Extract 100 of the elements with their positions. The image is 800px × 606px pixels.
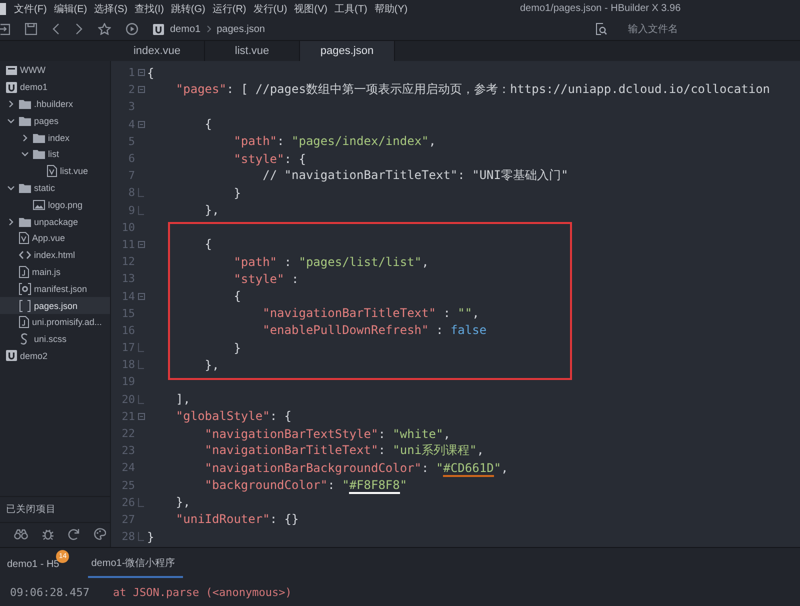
menu-item[interactable]: 发行(U) <box>253 2 294 16</box>
code-line: "globalStyle": { <box>176 409 292 424</box>
code-line: "navigationBarBackgroundColor": "#CD661D", <box>204 460 508 475</box>
code-line: "enablePullDownRefresh" : false <box>262 323 487 338</box>
tree-item-label: WWW <box>20 65 46 76</box>
line-number: 23 <box>120 444 135 458</box>
tree-item[interactable]: .hbuilderx <box>0 96 110 112</box>
menu-item[interactable]: 选择(S) <box>94 2 134 16</box>
star-icon[interactable] <box>98 23 111 35</box>
line-number: 25 <box>120 478 135 492</box>
folder-icon <box>19 182 31 193</box>
brackets-icon <box>19 300 31 312</box>
project-icon <box>6 82 17 93</box>
file-icon <box>19 232 29 244</box>
tree-item[interactable]: main.js <box>0 264 110 280</box>
closed-projects-label[interactable]: 已关闭项目 <box>0 496 110 522</box>
forward-icon[interactable] <box>75 23 83 35</box>
tree-item[interactable]: uni.promisify.ad... <box>0 314 110 331</box>
code-line: { <box>147 66 154 80</box>
tree-item[interactable]: pages <box>0 112 110 130</box>
tree-item-label: list <box>48 149 59 160</box>
tree-item[interactable]: index <box>0 129 110 146</box>
tree-item-label: index <box>48 132 70 143</box>
tree-item-label: uni.scss <box>34 334 67 344</box>
tree-item[interactable]: App.vue <box>0 230 110 247</box>
line-number: 9 <box>127 204 135 217</box>
folder-icon <box>19 98 31 109</box>
window-title: demo1/pages.json - HBuilder X 3.96 <box>520 3 681 14</box>
line-number: 12 <box>120 255 135 268</box>
line-number: 5 <box>127 134 135 148</box>
menu-item[interactable]: 视图(V) <box>294 2 334 16</box>
line-number: 10 <box>120 220 135 234</box>
tree-item-label: logo.png <box>48 200 83 210</box>
tree-item[interactable]: demo1 <box>0 78 110 96</box>
tree-item-label: pages <box>34 116 59 126</box>
tree-item[interactable]: static <box>0 180 110 196</box>
menu-item[interactable]: 查找(I) <box>134 2 171 16</box>
line-number: 21 <box>120 410 135 423</box>
code-line: }, <box>176 495 190 510</box>
tree-item[interactable]: unpackage <box>0 213 110 230</box>
code-line: { <box>204 117 212 132</box>
menu-item[interactable]: 编辑(E) <box>54 2 94 16</box>
tree-item-label: list.vue <box>60 166 88 176</box>
tree-item-label: App.vue <box>32 233 66 244</box>
tree-item[interactable]: list.vue <box>0 162 110 180</box>
binoculars-icon[interactable] <box>14 528 28 540</box>
code-line: } <box>147 530 154 544</box>
code-line: } <box>234 186 241 200</box>
menu-item[interactable]: 跳转(G) <box>170 2 212 16</box>
back-icon[interactable] <box>52 23 60 35</box>
folder-icon <box>19 116 31 126</box>
palette-icon[interactable] <box>94 528 106 540</box>
line-number: 24 <box>120 461 135 474</box>
refresh-icon[interactable] <box>68 528 80 540</box>
tree-item[interactable]: logo.png <box>0 196 110 214</box>
code-line: "style": { <box>234 152 306 166</box>
code-line: // "navigationBarTitleText": "UNI零基础入门" <box>262 167 568 184</box>
tree-item-label: main.js <box>32 266 61 277</box>
menu-item[interactable]: 文件(F) <box>14 2 54 16</box>
code-line: "style" : <box>234 272 299 286</box>
code-line: { <box>204 237 212 252</box>
chevron-right-icon[interactable] <box>7 100 15 108</box>
file-search-field[interactable]: 输入文件名 <box>593 20 680 38</box>
chevron-right-icon[interactable] <box>21 134 29 142</box>
tree-item-label: pages.json <box>34 300 78 311</box>
menu-item[interactable]: 帮助(Y) <box>374 2 415 16</box>
line-number: 22 <box>120 427 135 440</box>
bug-icon[interactable] <box>42 528 54 540</box>
console-tab[interactable]: demo1-微信小程序 <box>88 556 184 578</box>
line-number: 2 <box>127 83 135 96</box>
image-icon <box>33 200 45 210</box>
save-icon[interactable] <box>25 23 37 35</box>
project-icon <box>153 24 164 34</box>
log-message: at JSON.parse (<anonymous>) <box>113 586 292 599</box>
import-icon[interactable] <box>0 23 10 35</box>
tree-item-label: unpackage <box>34 216 78 227</box>
chevron-down-icon[interactable] <box>7 184 15 192</box>
tree-item[interactable]: manifest.json <box>0 280 110 298</box>
line-number: 20 <box>120 392 135 406</box>
tree-item[interactable]: pages.json <box>0 297 110 314</box>
breadcrumb-item[interactable]: demo1 <box>170 24 201 34</box>
tree-item[interactable]: list <box>0 146 110 163</box>
tree-item[interactable]: uni.scss <box>0 330 110 348</box>
chevron-down-icon[interactable] <box>21 150 29 158</box>
chevron-right-icon[interactable] <box>7 218 15 226</box>
file-icon <box>47 165 57 178</box>
tree-item-label: index.html <box>34 250 76 260</box>
menu-item[interactable]: 运行(R) <box>212 2 254 16</box>
line-number: 6 <box>127 152 135 166</box>
editor-tab[interactable]: pages.json <box>300 41 395 61</box>
chevron-down-icon[interactable] <box>7 116 15 125</box>
run-icon[interactable] <box>126 23 138 35</box>
line-number: 4 <box>127 118 135 131</box>
tree-item[interactable]: WWW <box>0 62 110 79</box>
tree-item[interactable]: index.html <box>0 246 110 264</box>
menu-item[interactable]: 工具(T) <box>334 2 374 16</box>
code-line: "path": "pages/index/index", <box>234 134 436 148</box>
line-number: 26 <box>120 496 135 509</box>
tree-item[interactable]: demo2 <box>0 348 110 364</box>
breadcrumb-item[interactable]: pages.json <box>216 24 265 34</box>
